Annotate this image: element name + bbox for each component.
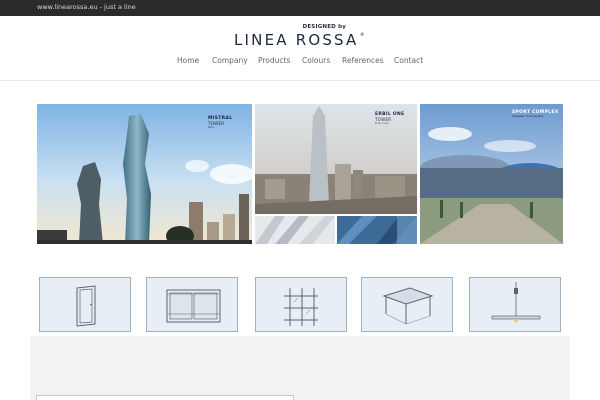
facade-grid-icon bbox=[284, 288, 318, 326]
nav-company[interactable]: Company bbox=[212, 56, 248, 65]
nav-home[interactable]: Home bbox=[177, 56, 199, 65]
nav-colours[interactable]: Colours bbox=[302, 56, 330, 65]
nav-references[interactable]: References bbox=[342, 56, 384, 65]
top-bar-text: www.linearossa.eu - just a line bbox=[37, 3, 136, 11]
sport-complex-location: Ashgabat, Turkmenistan bbox=[512, 115, 544, 118]
photo-erbil-one-tower[interactable]: ERBIL ONE TOWER Erbil / Iraq bbox=[255, 104, 417, 214]
pendant-lamp-icon bbox=[491, 282, 541, 323]
logo-registered-mark: ® bbox=[360, 33, 365, 38]
photo-mistral-tower[interactable]: MISTRAL TOWER Baku bbox=[37, 104, 252, 244]
tile-facades[interactable] bbox=[255, 277, 347, 332]
photo-sport-complex[interactable]: SPORT COMPLEX Ashgabat, Turkmenistan bbox=[420, 104, 563, 244]
tile-sliding-doors[interactable] bbox=[146, 277, 238, 332]
erbil-location: Erbil / Iraq bbox=[375, 122, 389, 125]
sliding-door-icon bbox=[166, 289, 221, 323]
nav-contact[interactable]: Contact bbox=[394, 56, 423, 65]
tile-pergolas[interactable] bbox=[361, 277, 453, 332]
top-bar: www.linearossa.eu - just a line bbox=[0, 0, 600, 16]
logo-wordmark: LINEA ROSSA bbox=[234, 31, 359, 49]
logo-designed-by: DESIGNED by bbox=[302, 24, 346, 30]
photo-facade-detail-2[interactable] bbox=[337, 216, 417, 244]
nav-products[interactable]: Products bbox=[258, 56, 290, 65]
tile-windows[interactable] bbox=[39, 277, 131, 332]
photo-facade-detail-1[interactable] bbox=[255, 216, 335, 244]
panel-input-box[interactable] bbox=[36, 395, 294, 400]
site-header: DESIGNED by LINEA ROSSA ® Home Company P… bbox=[0, 16, 600, 81]
site-logo[interactable]: DESIGNED by LINEA ROSSA ® bbox=[234, 24, 366, 50]
mistral-location: Baku bbox=[208, 126, 215, 129]
content-panel bbox=[30, 336, 570, 400]
tile-lighting[interactable] bbox=[469, 277, 561, 332]
pergola-icon bbox=[382, 287, 434, 325]
main-nav: Home Company Products Colours References… bbox=[0, 56, 600, 70]
window-icon bbox=[76, 285, 96, 327]
